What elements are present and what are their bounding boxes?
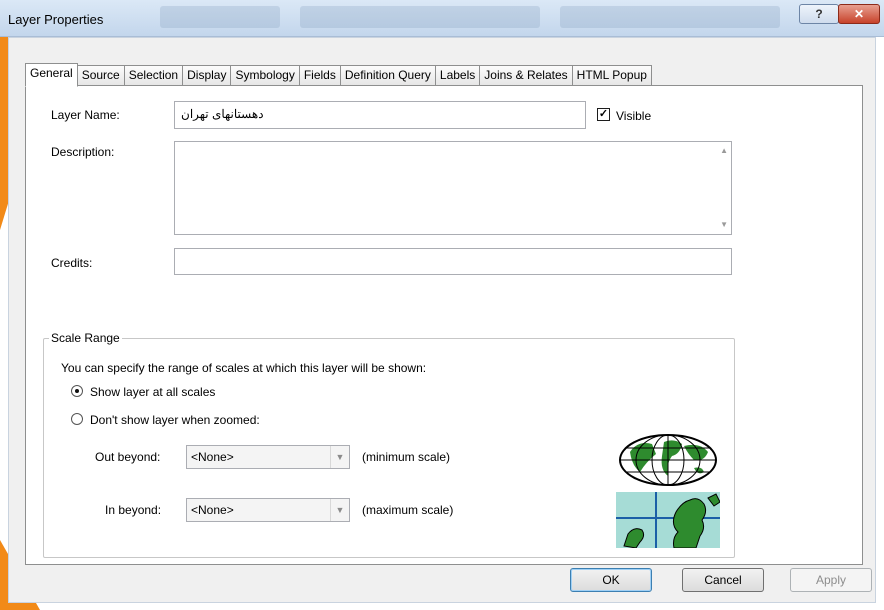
- background-toolbar-ghost: [560, 6, 780, 28]
- dialog-body: General Source Selection Display Symbolo…: [8, 37, 876, 603]
- layer-name-label: Layer Name:: [51, 108, 120, 122]
- maximum-scale-hint: (maximum scale): [362, 503, 454, 517]
- out-beyond-label: Out beyond:: [95, 450, 161, 464]
- chevron-down-icon: ▼: [330, 446, 349, 468]
- globe-icon: [616, 432, 720, 488]
- window-title: Layer Properties: [8, 12, 104, 27]
- layer-name-input[interactable]: دهستانهای تهران: [174, 101, 586, 129]
- in-beyond-label: In beyond:: [105, 503, 162, 517]
- close-icon: ✕: [853, 7, 865, 21]
- scroll-up-arrow-icon[interactable]: ▲: [720, 146, 728, 155]
- scale-range-group: Scale Range You can specify the range of…: [43, 331, 735, 558]
- help-icon: ?: [815, 7, 823, 21]
- tab-general[interactable]: General: [25, 63, 78, 87]
- scale-range-intro: You can specify the range of scales at w…: [61, 361, 427, 375]
- tab-fields[interactable]: Fields: [298, 65, 341, 86]
- help-button[interactable]: ?: [799, 4, 839, 24]
- show-all-scales-label: Show layer at all scales: [90, 385, 216, 399]
- cancel-button[interactable]: Cancel: [682, 568, 764, 592]
- tab-symbology[interactable]: Symbology: [230, 65, 300, 86]
- out-beyond-value: <None>: [191, 450, 234, 464]
- scale-range-legend: Scale Range: [49, 331, 122, 345]
- close-button[interactable]: ✕: [838, 4, 880, 24]
- credits-label: Credits:: [51, 256, 93, 270]
- general-tab-panel: Layer Name: دهستانهای تهران ✓ Visible De…: [25, 85, 863, 565]
- visible-checkbox[interactable]: ✓: [597, 108, 610, 121]
- dont-show-zoomed-radio[interactable]: [71, 413, 83, 425]
- out-beyond-select[interactable]: <None> ▼: [186, 445, 350, 469]
- description-textarea[interactable]: [174, 141, 732, 235]
- tab-labels[interactable]: Labels: [434, 65, 481, 86]
- tab-source[interactable]: Source: [76, 65, 125, 86]
- dont-show-zoomed-label: Don't show layer when zoomed:: [90, 413, 260, 427]
- minimum-scale-hint: (minimum scale): [362, 450, 451, 464]
- tab-selection[interactable]: Selection: [123, 65, 184, 86]
- map-zoom-icon: [616, 492, 720, 548]
- ok-button[interactable]: OK: [570, 568, 652, 592]
- in-beyond-value: <None>: [191, 503, 234, 517]
- apply-button[interactable]: Apply: [790, 568, 872, 592]
- title-bar[interactable]: Layer Properties ? ✕: [0, 0, 884, 37]
- credits-input[interactable]: [174, 248, 732, 275]
- in-beyond-select[interactable]: <None> ▼: [186, 498, 350, 522]
- background-toolbar-ghost: [160, 6, 280, 28]
- tab-definition-query[interactable]: Definition Query: [339, 65, 436, 86]
- tab-html-popup[interactable]: HTML Popup: [571, 65, 652, 86]
- description-label: Description:: [51, 145, 115, 159]
- chevron-down-icon: ▼: [330, 499, 349, 521]
- layer-properties-dialog: Layer Properties ? ✕ General Source Sele…: [0, 0, 884, 610]
- tab-joins-relates[interactable]: Joins & Relates: [479, 65, 573, 86]
- scroll-down-arrow-icon[interactable]: ▼: [720, 220, 728, 229]
- background-toolbar-ghost: [300, 6, 540, 28]
- tab-strip: General Source Selection Display Symbolo…: [25, 63, 652, 87]
- show-all-scales-radio[interactable]: [71, 385, 83, 397]
- visible-label: Visible: [616, 109, 652, 123]
- tab-display[interactable]: Display: [182, 65, 232, 86]
